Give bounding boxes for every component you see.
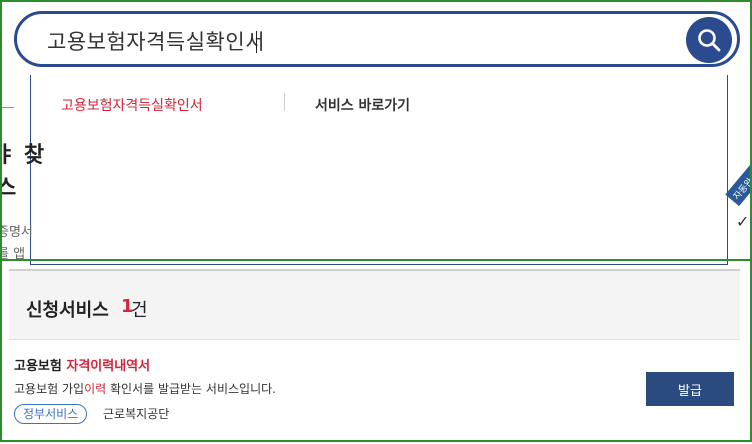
frame-border bbox=[0, 0, 2, 442]
service-title-highlight: 자격이력내역서 bbox=[66, 359, 151, 374]
service-title[interactable]: 고용보험 자격이력내역서 bbox=[14, 355, 150, 374]
text-caret bbox=[256, 31, 257, 53]
section-separator bbox=[0, 259, 752, 261]
service-description: 고용보험 가입이력 확인서를 발급받는 서비스입니다. bbox=[14, 380, 276, 397]
service-desc-part: 확인서를 발급받는 서비스입니다. bbox=[106, 382, 276, 396]
check-icon: ✓ bbox=[736, 212, 750, 231]
search-button[interactable] bbox=[686, 17, 732, 63]
service-shortcut-heading: 서비스 바로가기 bbox=[315, 98, 411, 114]
results-title: 신청서비스 bbox=[26, 300, 109, 321]
issue-button[interactable]: 발급 bbox=[646, 372, 734, 406]
results-header: 신청서비스 1 건 bbox=[9, 271, 740, 340]
background-divider bbox=[0, 107, 14, 108]
search-icon bbox=[698, 29, 721, 52]
service-organization: 근로복지공단 bbox=[103, 407, 170, 421]
background-text-fragment: 증명서 bbox=[0, 225, 33, 240]
frame-border bbox=[0, 0, 752, 2]
background-heading-fragment: 스 bbox=[0, 176, 17, 201]
background-heading-fragment: ㅑ 찾 bbox=[0, 143, 45, 168]
service-desc-part: 고용보험 가입 bbox=[14, 382, 85, 396]
results-count-unit: 건 bbox=[131, 300, 148, 321]
search-box[interactable] bbox=[14, 11, 740, 67]
government-service-tag: 정부서비스 bbox=[14, 404, 88, 424]
service-title-prefix: 고용보험 bbox=[14, 359, 67, 374]
autocomplete-dropdown: 고용보험자격득실확인서 서비스 바로가기 bbox=[30, 75, 728, 265]
results-panel: 신청서비스 1 건 고용보험 자격이력내역서 고용보험 가입이력 확인서를 발급… bbox=[9, 269, 740, 444]
suggest-item[interactable]: 고용보험자격득실확인서 bbox=[61, 95, 203, 115]
suggest-divider bbox=[284, 93, 285, 111]
search-input[interactable] bbox=[45, 26, 649, 56]
service-desc-highlight: 이력 bbox=[84, 382, 107, 396]
